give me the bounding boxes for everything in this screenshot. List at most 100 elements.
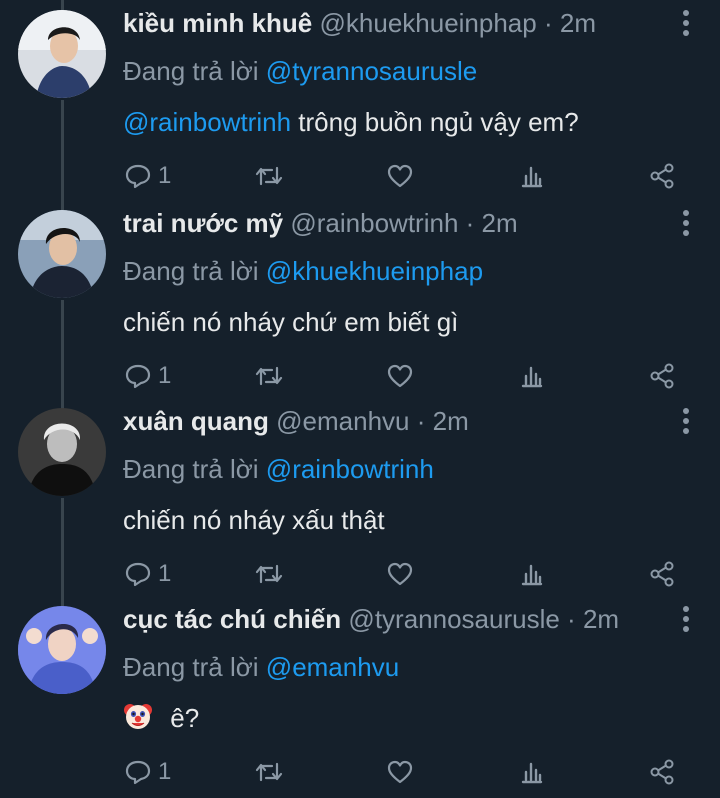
replying-to: Đang trả lời @tyrannosaurusle	[123, 54, 477, 88]
replying-to: Đang trả lời @khuekhueinphap	[123, 254, 483, 288]
display-name[interactable]: xuân quang	[123, 406, 269, 436]
avatar[interactable]	[18, 408, 106, 496]
user-handle[interactable]: @emanhvu	[276, 406, 409, 436]
user-handle[interactable]: @khuekhueinphap	[320, 8, 537, 38]
retweet-icon	[255, 564, 283, 584]
like-button[interactable]	[386, 558, 414, 590]
tweet-header: cục tác chú chiến @tyrannosaurusle · 2m	[123, 602, 660, 636]
tweet-actions: 1	[124, 756, 684, 788]
retweet-button[interactable]	[254, 756, 284, 788]
analytics-button[interactable]	[518, 756, 546, 788]
reply-button[interactable]: 1	[124, 160, 171, 192]
analytics-button[interactable]	[518, 360, 546, 392]
content-text: ê?	[170, 703, 200, 733]
replying-mention[interactable]: @emanhvu	[266, 652, 399, 682]
share-button[interactable]	[648, 160, 676, 192]
reply-icon	[125, 364, 151, 389]
heart-icon	[387, 364, 413, 388]
content-text: chiến nó nháy chứ em biết gì	[123, 307, 459, 337]
retweet-button[interactable]	[254, 360, 284, 392]
separator: ·	[543, 8, 553, 38]
reply-button[interactable]: 1	[124, 360, 171, 392]
replying-to: Đang trả lời @rainbowtrinh	[123, 452, 434, 486]
tweet[interactable]: xuân quang @emanhvu · 2m Đang trả lời @r…	[0, 406, 720, 598]
analytics-button[interactable]	[518, 558, 546, 590]
share-button[interactable]	[648, 360, 676, 392]
more-options-icon[interactable]	[680, 604, 692, 634]
content-text: trông buồn ngủ vậy em?	[298, 107, 579, 137]
tweet-content: chiến nó nháy chứ em biết gì	[123, 305, 458, 339]
retweet-icon	[255, 762, 283, 782]
retweet-button[interactable]	[254, 160, 284, 192]
separator: ·	[465, 208, 475, 238]
retweet-button[interactable]	[254, 558, 284, 590]
tweet-content: ê?	[123, 701, 199, 739]
more-options-icon[interactable]	[680, 406, 692, 436]
display-name[interactable]: trai nước mỹ	[123, 208, 283, 238]
reply-icon	[125, 164, 151, 189]
reply-count: 1	[158, 758, 172, 785]
replying-label: Đang trả lời	[123, 652, 259, 682]
reply-icon	[125, 562, 151, 587]
replying-mention[interactable]: @tyrannosaurusle	[266, 56, 477, 86]
user-handle[interactable]: @tyrannosaurusle	[348, 604, 559, 634]
separator: ·	[567, 604, 576, 634]
replying-label: Đang trả lời	[123, 454, 259, 484]
replying-label: Đang trả lời	[123, 256, 259, 286]
avatar[interactable]	[18, 210, 106, 298]
tweet-actions: 1	[124, 558, 684, 590]
retweet-icon	[255, 166, 283, 186]
like-button[interactable]	[386, 360, 414, 392]
timestamp[interactable]: 2m	[560, 8, 596, 38]
tweet-header: trai nước mỹ @rainbowtrinh · 2m	[123, 206, 660, 240]
tweet-header: kiều minh khuê @khuekhueinphap · 2m	[123, 6, 660, 40]
analytics-icon	[521, 166, 543, 188]
reply-count: 1	[158, 362, 172, 389]
more-options-icon[interactable]	[680, 208, 692, 238]
heart-icon	[387, 164, 413, 188]
share-button[interactable]	[648, 558, 676, 590]
share-icon	[650, 363, 674, 389]
timestamp[interactable]: 2m	[583, 604, 619, 634]
like-button[interactable]	[386, 756, 414, 788]
tweet-header: xuân quang @emanhvu · 2m	[123, 404, 660, 438]
heart-icon	[387, 562, 413, 586]
tweet-content: @rainbowtrinh trông buồn ngủ vậy em?	[123, 105, 579, 139]
avatar[interactable]	[18, 10, 106, 98]
replying-mention[interactable]: @khuekhueinphap	[266, 256, 483, 286]
reply-count: 1	[158, 162, 172, 189]
replying-mention[interactable]: @rainbowtrinh	[266, 454, 434, 484]
share-icon	[650, 163, 674, 189]
content-text: chiến nó nháy xấu thật	[123, 505, 385, 535]
user-handle[interactable]: @rainbowtrinh	[290, 208, 458, 238]
share-icon	[650, 561, 674, 587]
share-icon	[650, 759, 674, 785]
display-name[interactable]: kiều minh khuê	[123, 8, 312, 38]
content-mention[interactable]: @rainbowtrinh	[123, 107, 291, 137]
separator: ·	[416, 406, 426, 436]
heart-icon	[387, 760, 413, 784]
analytics-button[interactable]	[518, 160, 546, 192]
reply-button[interactable]: 1	[124, 756, 171, 788]
tweet-actions: 1	[124, 160, 684, 192]
analytics-icon	[521, 762, 543, 784]
tweet[interactable]: cục tác chú chiến @tyrannosaurusle · 2m …	[0, 604, 720, 798]
thread-line	[61, 0, 64, 10]
display-name[interactable]: cục tác chú chiến	[123, 604, 341, 634]
avatar[interactable]	[18, 606, 106, 694]
clown-face-icon	[123, 701, 153, 739]
like-button[interactable]	[386, 160, 414, 192]
replying-label: Đang trả lời	[123, 56, 259, 86]
reply-count: 1	[158, 560, 172, 587]
timestamp[interactable]: 2m	[482, 208, 518, 238]
tweet[interactable]: trai nước mỹ @rainbowtrinh · 2m Đang trả…	[0, 208, 720, 400]
more-options-icon[interactable]	[680, 8, 692, 38]
analytics-icon	[521, 564, 543, 586]
timestamp[interactable]: 2m	[433, 406, 469, 436]
tweet[interactable]: kiều minh khuê @khuekhueinphap · 2m Đang…	[0, 8, 720, 200]
reply-icon	[125, 760, 151, 785]
analytics-icon	[521, 366, 543, 388]
tweet-content: chiến nó nháy xấu thật	[123, 503, 385, 537]
share-button[interactable]	[648, 756, 676, 788]
reply-button[interactable]: 1	[124, 558, 171, 590]
